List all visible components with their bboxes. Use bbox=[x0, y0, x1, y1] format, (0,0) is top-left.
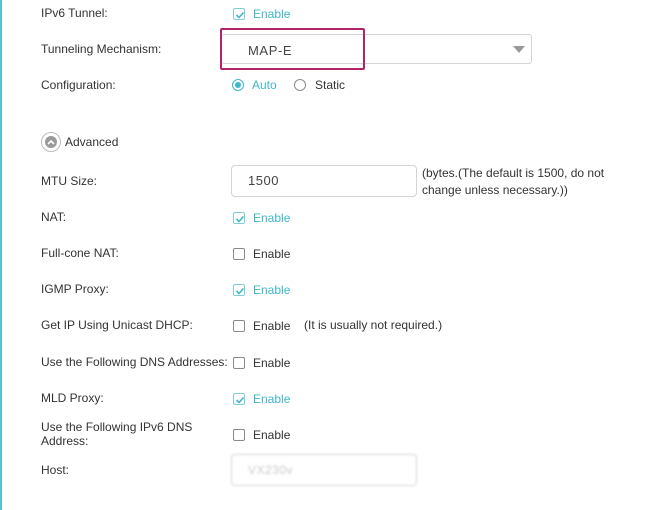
mld-proxy-checkbox[interactable] bbox=[233, 393, 245, 405]
igmp-proxy-checkbox[interactable] bbox=[233, 284, 245, 296]
tunneling-mechanism-label: Tunneling Mechanism: bbox=[41, 42, 162, 56]
full-cone-nat-checkbox[interactable] bbox=[233, 248, 245, 260]
ipv6-tunnel-checkbox[interactable] bbox=[233, 8, 245, 20]
dns-addresses-label: Use the Following DNS Addresses: bbox=[41, 355, 228, 369]
mld-proxy-label: MLD Proxy: bbox=[41, 391, 104, 405]
unicast-dhcp-enable-label[interactable]: Enable bbox=[253, 319, 290, 333]
checkmark-icon bbox=[235, 396, 245, 404]
radio-auto[interactable] bbox=[232, 79, 244, 91]
checkmark-icon bbox=[235, 287, 245, 295]
radio-static[interactable] bbox=[294, 79, 306, 91]
advanced-toggle-label[interactable]: Advanced bbox=[65, 135, 118, 149]
unicast-dhcp-checkbox[interactable] bbox=[233, 320, 245, 332]
left-border bbox=[0, 0, 2, 510]
checkmark-icon bbox=[235, 11, 245, 19]
radio-auto-label[interactable]: Auto bbox=[252, 78, 277, 92]
radio-static-label[interactable]: Static bbox=[315, 78, 345, 92]
configuration-label: Configuration: bbox=[41, 78, 116, 92]
ipv6-dns-checkbox[interactable] bbox=[233, 429, 245, 441]
ipv6-tunnel-enable-label[interactable]: Enable bbox=[253, 7, 290, 21]
ipv6-dns-label-line2: Address: bbox=[41, 434, 89, 448]
igmp-proxy-enable-label[interactable]: Enable bbox=[253, 283, 290, 297]
nat-enable-label[interactable]: Enable bbox=[253, 211, 290, 225]
host-input[interactable]: VX230v bbox=[231, 454, 417, 486]
mtu-note-line1: (bytes.(The default is 1500, do not bbox=[422, 166, 605, 180]
dns-addresses-checkbox[interactable] bbox=[233, 357, 245, 369]
unicast-dhcp-note: (It is usually not required.) bbox=[304, 318, 443, 332]
dns-addresses-enable-label[interactable]: Enable bbox=[253, 356, 290, 370]
ipv6-dns-enable-label[interactable]: Enable bbox=[253, 428, 290, 442]
full-cone-nat-label: Full-cone NAT: bbox=[41, 246, 119, 260]
chevron-down-icon bbox=[513, 46, 525, 53]
tunneling-mechanism-value: MAP-E bbox=[248, 43, 293, 58]
mtu-size-input[interactable]: 1500 bbox=[231, 165, 417, 197]
ipv6-tunnel-label: IPv6 Tunnel: bbox=[41, 6, 108, 20]
mld-proxy-enable-label[interactable]: Enable bbox=[253, 392, 290, 406]
mtu-size-label: MTU Size: bbox=[41, 174, 98, 188]
ipv6-dns-label-line1: Use the Following IPv6 DNS bbox=[41, 420, 193, 434]
tunneling-mechanism-select[interactable]: MAP-E bbox=[221, 34, 532, 64]
nat-label: NAT: bbox=[41, 210, 67, 224]
host-label: Host: bbox=[41, 463, 70, 477]
collapse-up-icon[interactable] bbox=[41, 132, 61, 152]
unicast-dhcp-label: Get IP Using Unicast DHCP: bbox=[41, 318, 193, 332]
igmp-proxy-label: IGMP Proxy: bbox=[41, 282, 109, 296]
checkmark-icon bbox=[235, 215, 245, 223]
full-cone-nat-enable-label[interactable]: Enable bbox=[253, 247, 290, 261]
mtu-note-line2: change unless necessary.)) bbox=[422, 183, 568, 197]
nat-checkbox[interactable] bbox=[233, 212, 245, 224]
